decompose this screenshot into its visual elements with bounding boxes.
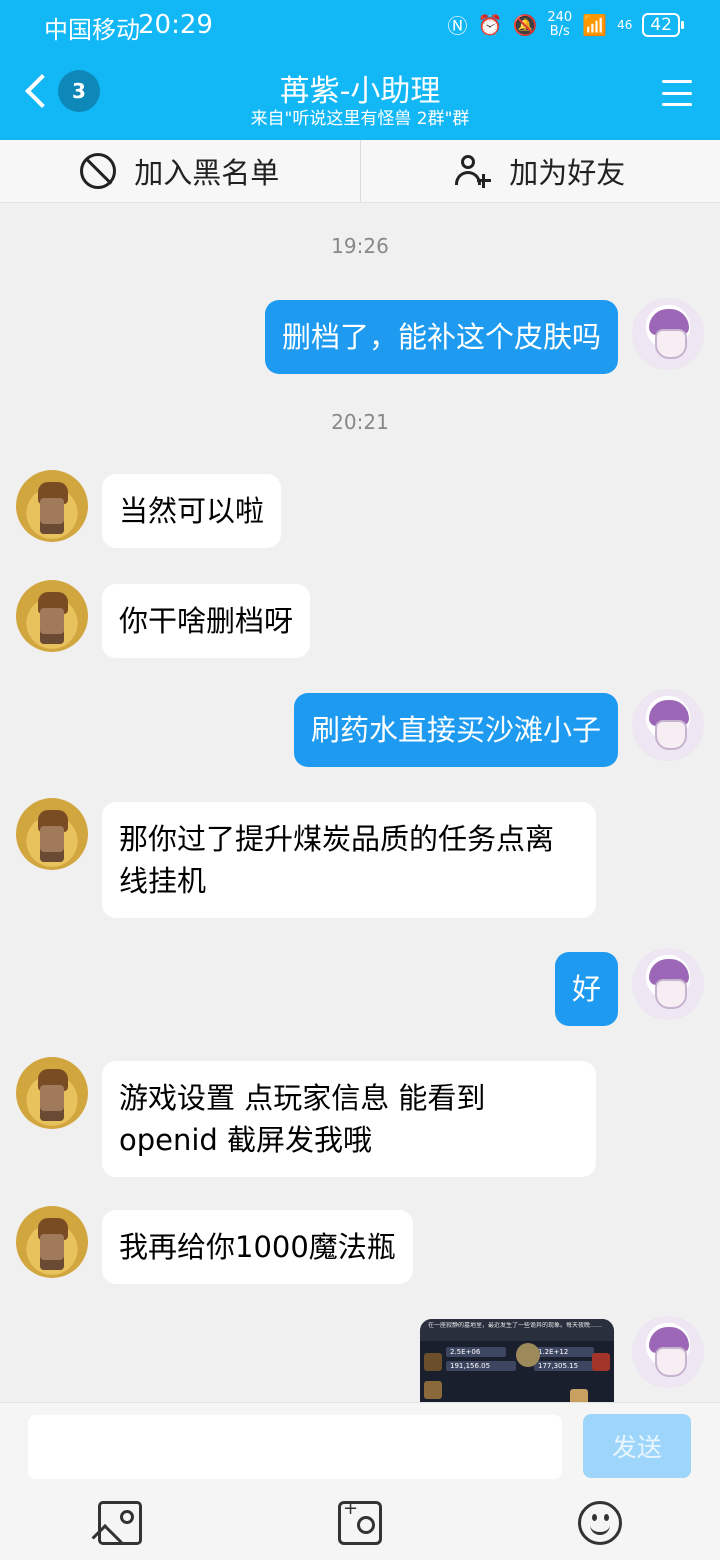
hamburger-menu-icon[interactable]: [662, 80, 692, 106]
status-bar: 中国移动 20:29 Ⓝ ⏰ 🔕 240 B/s 📶 46 42: [0, 0, 720, 52]
image-caption: 在一座寂静的墓地里，最近发生了一些诡异的现象。每天夜晚……: [428, 1322, 603, 1329]
photo-icon[interactable]: [98, 1501, 142, 1545]
chat-subtitle: 来自"听说这里有怪兽 2群"群: [250, 109, 470, 129]
message-bubble-sent[interactable]: 好: [554, 952, 618, 1026]
message-bubble-received[interactable]: 你干啥删档呀: [102, 584, 311, 658]
contact-avatar[interactable]: [16, 1057, 88, 1129]
send-button[interactable]: 发送: [583, 1414, 691, 1478]
stat-row: 191,156.05: [446, 1361, 516, 1371]
game-screenshot-banner: 在一座寂静的墓地里，最近发生了一些诡异的现象。每天夜晚……: [420, 1319, 614, 1341]
network-speed: 240 B/s: [547, 9, 573, 39]
speed-unit: B/s: [549, 23, 570, 39]
camera-icon[interactable]: [338, 1498, 382, 1545]
contact-avatar[interactable]: [16, 470, 88, 542]
stranger-action-bar: 加入黑名单 加为好友: [0, 140, 720, 203]
input-bar: 发送: [0, 1402, 720, 1560]
network-type: 46: [617, 17, 633, 32]
game-item-icon: [424, 1381, 442, 1399]
message-bubble-sent[interactable]: 刷药水直接买沙滩小子: [293, 693, 618, 767]
message-bubble-received[interactable]: 游戏设置 点玩家信息 能看到 openid 截屏发我哦: [102, 1061, 596, 1177]
my-avatar[interactable]: [632, 1316, 704, 1388]
game-item-icon: [424, 1353, 442, 1371]
message-line: openid 截屏发我哦: [119, 1123, 373, 1157]
image-message[interactable]: 在一座寂静的墓地里，最近发生了一些诡异的现象。每天夜晚…… 2.5E+06 1.…: [420, 1319, 614, 1402]
stat-row: 2.5E+06: [446, 1347, 506, 1357]
add-friend-button[interactable]: 加为好友: [359, 140, 720, 202]
add-user-icon: [455, 153, 492, 189]
add-friend-label: 加为好友: [509, 156, 626, 190]
carrier-name: 中国移动: [44, 16, 140, 44]
timestamp: 20:21: [331, 410, 389, 434]
timestamp: 19:26: [331, 234, 389, 258]
message-line: 线挂机: [119, 864, 207, 898]
nfc-icon: Ⓝ: [447, 14, 468, 38]
contact-avatar[interactable]: [16, 1206, 88, 1278]
message-input[interactable]: [28, 1415, 562, 1479]
alarm-icon: ⏰: [477, 12, 503, 37]
block-label: 加入黑名单: [134, 156, 280, 190]
stat-value: 2.5E+06: [450, 1348, 481, 1356]
status-icons: Ⓝ ⏰ 🔕 240 B/s 📶 46 42: [447, 9, 684, 39]
message-line: 那你过了提升煤炭品质的任务点离: [119, 822, 555, 856]
contact-avatar[interactable]: [16, 580, 88, 652]
message-line: 游戏设置 点玩家信息 能看到: [119, 1081, 486, 1115]
my-avatar[interactable]: [632, 298, 704, 370]
emoji-icon[interactable]: [578, 1501, 622, 1545]
message-bubble-sent[interactable]: 删档了，能补这个皮肤吗: [264, 300, 618, 374]
stat-value: 1.2E+12: [538, 1348, 569, 1356]
battery-level: 42: [642, 12, 684, 37]
message-bubble-received[interactable]: 当然可以啦: [102, 474, 282, 548]
stat-value: 177,305.15: [538, 1362, 579, 1370]
mute-icon: 🔕: [512, 12, 538, 37]
stat-value: 191,156.05: [450, 1362, 491, 1370]
stat-row: 1.2E+12: [534, 1347, 594, 1357]
contact-avatar[interactable]: [16, 798, 88, 870]
my-avatar[interactable]: [632, 689, 704, 761]
game-item-icon: [592, 1353, 610, 1371]
block-button[interactable]: 加入黑名单: [0, 140, 360, 202]
speed-value: 240: [547, 9, 573, 25]
my-avatar[interactable]: [632, 948, 704, 1020]
block-icon: [80, 153, 117, 189]
chat-header: 中国移动 20:29 Ⓝ ⏰ 🔕 240 B/s 📶 46 42 3 苒紫-小助…: [0, 0, 720, 140]
game-item-icon: [570, 1389, 588, 1402]
wifi-icon: 📶: [582, 12, 608, 37]
message-list[interactable]: 19:26 删档了，能补这个皮肤吗 20:21 当然可以啦 你干啥删档呀 刷药水…: [0, 204, 720, 1402]
message-bubble-received[interactable]: 我再给你1000魔法瓶: [102, 1210, 413, 1284]
message-bubble-received[interactable]: 那你过了提升煤炭品质的任务点离 线挂机: [102, 802, 596, 918]
game-item-icon: [516, 1343, 540, 1367]
status-time: 20:29: [138, 10, 213, 40]
